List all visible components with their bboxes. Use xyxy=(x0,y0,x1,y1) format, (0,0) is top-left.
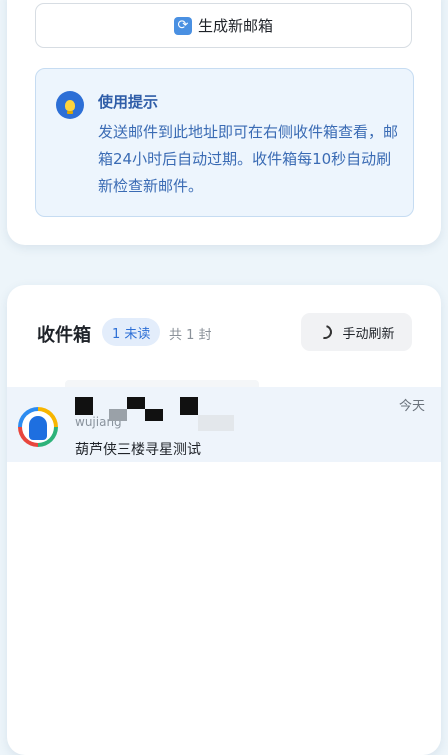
refresh-label: 手动刷新 xyxy=(342,326,395,342)
refresh-icon xyxy=(315,322,336,342)
redaction-block xyxy=(127,397,145,409)
redaction-block xyxy=(198,415,234,431)
manual-refresh-button[interactable]: 手动刷新 xyxy=(301,313,412,351)
redaction-block xyxy=(75,397,93,415)
redaction-block xyxy=(145,409,163,421)
usage-tip-box: 使用提示 发送邮件到此地址即可在右侧收件箱查看，邮箱24小时后自动过期。收件箱每… xyxy=(35,68,414,217)
mail-time: 今天 xyxy=(399,399,426,414)
redaction-block xyxy=(180,397,198,415)
tip-title: 使用提示 xyxy=(98,93,159,111)
mail-subject: 葫芦侠三楼寻星测试 xyxy=(75,442,201,458)
generator-card: ⟳ 生成新邮箱 使用提示 发送邮件到此地址即可在右侧收件箱查看，邮箱24小时后自… xyxy=(7,0,441,245)
list-item[interactable]: wujiang 葫芦侠三楼寻星测试 今天 xyxy=(7,387,441,462)
redaction-block xyxy=(109,409,127,421)
total-count: 共 1 封 xyxy=(169,328,212,343)
generate-label: 生成新邮箱 xyxy=(197,17,273,35)
generate-new-mailbox-button[interactable]: ⟳ 生成新邮箱 xyxy=(35,3,412,48)
refresh-emoji-icon: ⟳ xyxy=(173,16,192,35)
lightbulb-icon xyxy=(56,91,84,119)
unread-badge: 1 未读 xyxy=(102,318,161,346)
inbox-card: 收件箱 1 未读 共 1 封 手动刷新 wujiang 葫芦侠三楼寻星测试 今天 xyxy=(7,285,441,755)
inbox-title: 收件箱 xyxy=(37,325,91,346)
tip-text: 发送邮件到此地址即可在右侧收件箱查看，邮箱24小时后自动过期。收件箱每10秒自动… xyxy=(98,123,399,195)
qq-mail-avatar xyxy=(18,407,58,447)
